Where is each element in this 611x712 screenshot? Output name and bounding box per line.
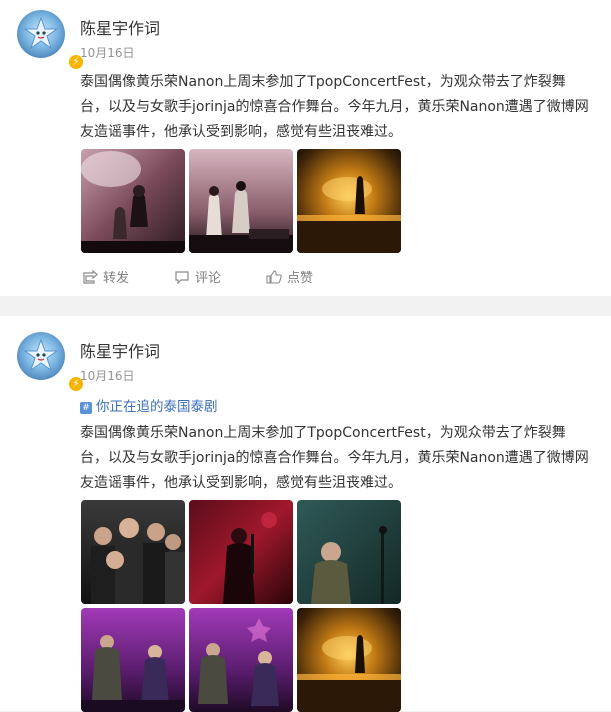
post-text: 泰国偶像黄乐荣Nanon上周末参加了TpopConcertFest，为观众带去了… <box>80 74 589 140</box>
author-name[interactable]: 陈星宇作词 <box>80 338 160 362</box>
post-image-1[interactable] <box>81 149 185 253</box>
author-name[interactable]: 陈星宇作词 <box>80 15 160 39</box>
post-image-4[interactable] <box>81 608 185 712</box>
post-image-3[interactable] <box>297 500 401 604</box>
post-text: 泰国偶像黄乐荣Nanon上周末参加了TpopConcertFest，为观众带去了… <box>80 425 589 491</box>
topic-label: 你正在追的泰国泰剧 <box>96 399 218 415</box>
weibo-post-2: ⚡ 陈星宇作词 10月16日 # 你正在追的泰国泰剧 泰国偶像黄乐荣Nanon上周… <box>0 316 611 712</box>
like-label: 点赞 <box>287 271 314 286</box>
star-mascot-icon <box>23 16 59 50</box>
post-time[interactable]: 10月16日 <box>80 44 135 61</box>
post-image-2[interactable] <box>189 149 293 253</box>
comment-icon <box>175 270 189 284</box>
topic-hash-icon: # <box>80 402 92 414</box>
author-avatar[interactable]: ⚡ <box>17 332 85 393</box>
repost-button[interactable]: 转发 <box>82 267 129 286</box>
post-image-6[interactable] <box>297 608 401 712</box>
post-image-2[interactable] <box>189 500 293 604</box>
repost-icon <box>83 269 98 284</box>
post-image-5[interactable] <box>189 608 293 712</box>
post-time[interactable]: 10月16日 <box>80 367 135 384</box>
comment-button[interactable]: 评论 <box>174 267 221 286</box>
weibo-post-1: ⚡ 陈星宇作词 10月16日 泰国偶像黄乐荣Nanon上周末参加了TpopCon… <box>0 0 611 296</box>
author-avatar[interactable]: ⚡ <box>17 10 85 71</box>
like-button[interactable]: 点赞 <box>266 267 313 286</box>
post-image-1[interactable] <box>81 500 185 604</box>
repost-label: 转发 <box>103 271 130 286</box>
post-image-3[interactable] <box>297 149 401 253</box>
thumbs-up-icon <box>266 269 282 284</box>
comment-label: 评论 <box>195 271 222 286</box>
star-mascot-icon <box>23 338 59 372</box>
topic-link[interactable]: # 你正在追的泰国泰剧 <box>80 395 218 415</box>
